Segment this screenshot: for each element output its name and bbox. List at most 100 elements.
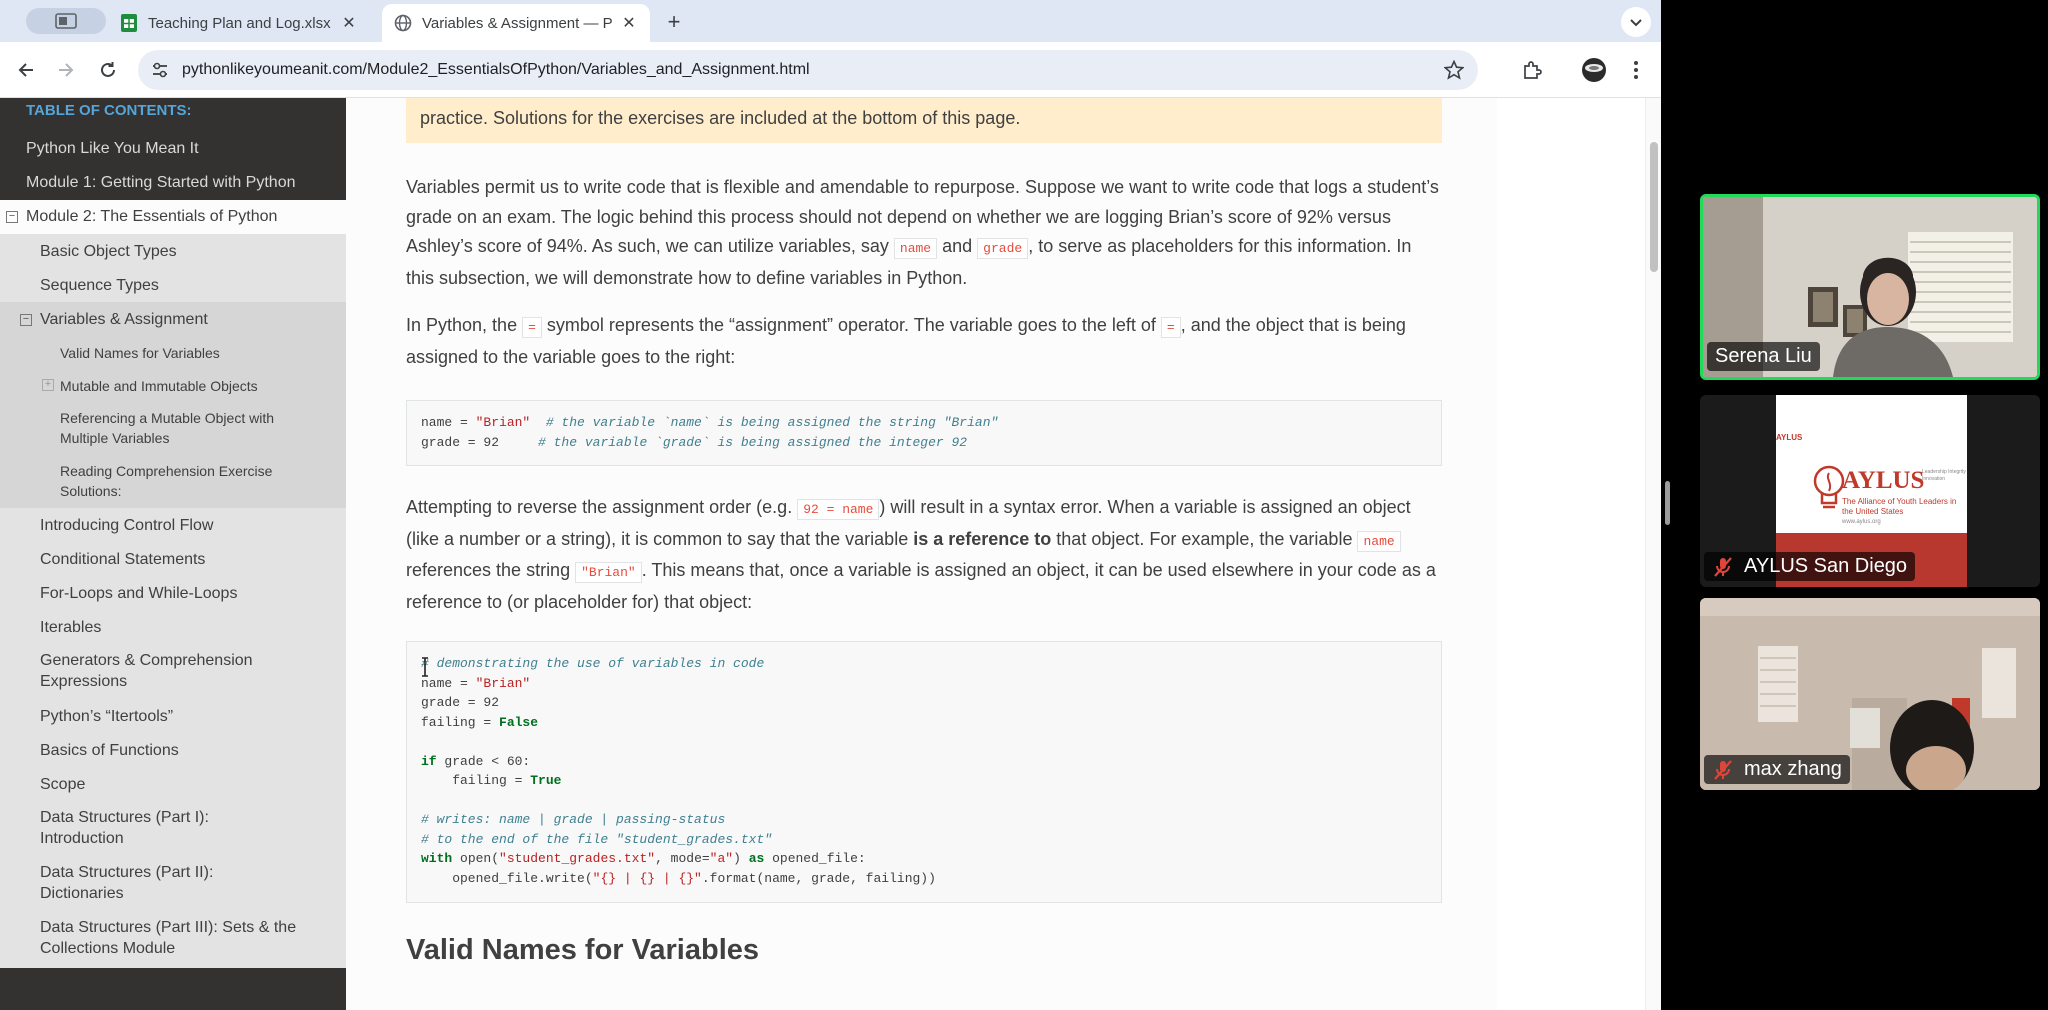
toc-item-reading-comprehension[interactable]: Reading Comprehension Exercise Solutions… [0, 455, 346, 508]
toc-item-label: Reading Comprehension Exercise Solutions… [60, 463, 273, 499]
code-block-variables-usage[interactable]: # demonstrating the use of variables in … [406, 641, 1442, 903]
toc-item-label: Python’s “Itertools” [40, 708, 174, 725]
video-tile-max-zhang[interactable]: max zhang [1700, 598, 2040, 790]
page-scrollbar[interactable] [1645, 98, 1661, 1010]
inline-code: grade [977, 238, 1029, 259]
reload-button[interactable] [94, 56, 122, 84]
toc-item-label: Variables & Assignment [40, 311, 208, 328]
code-comment: # the variable `grade` is being assigned… [538, 434, 968, 450]
toc-item-label: For-Loops and While-Loops [40, 585, 238, 602]
toc-item-module-2[interactable]: − Module 2: The Essentials of Python [0, 200, 346, 234]
site-settings-icon[interactable] [142, 50, 178, 90]
inline-code: 92 = name [797, 499, 880, 520]
code-text: grade < 60: [436, 753, 531, 769]
participant-name-label: max zhang [1704, 755, 1850, 784]
toc-item-itertools[interactable]: Python’s “Itertools” [0, 699, 346, 733]
code-text: opened_file.write( [421, 870, 593, 886]
collapse-icon[interactable]: − [20, 314, 32, 326]
note-callout: practice. Solutions for the exercises ar… [406, 98, 1442, 143]
toc-item-generators[interactable]: Generators & Comprehension Expressions [0, 644, 346, 699]
inline-code: = [1160, 317, 1181, 338]
tab-variables-assignment[interactable]: Variables & Assignment — Py ✕ [382, 4, 650, 42]
participant-name-label: AYLUS San Diego [1704, 552, 1916, 581]
code-text: , mode= [655, 851, 710, 866]
close-icon[interactable]: ✕ [340, 14, 358, 32]
browser-toolbar: pythonlikeyoumeanit.com/Module2_Essentia… [0, 42, 1661, 98]
text-run: symbol represents the “assignment” opera… [541, 315, 1161, 335]
toc-item-scope[interactable]: Scope [0, 767, 346, 801]
participant-name: max zhang [1744, 758, 1842, 780]
code-comment: # demonstrating the use of variables in … [421, 656, 765, 671]
toc-item-module-1[interactable]: Module 1: Getting Started with Python [0, 166, 346, 200]
browser-window: Teaching Plan and Log.xlsx - ✕ Variables… [0, 0, 1661, 1010]
toc-item-data-structures-3[interactable]: Data Structures (Part III): Sets & the C… [0, 911, 346, 968]
muted-mic-icon [1712, 556, 1734, 578]
new-tab-button[interactable]: + [660, 8, 688, 36]
inline-code: name [1357, 530, 1401, 552]
code-keyword: False [499, 714, 539, 730]
page-viewport: TABLE OF CONTENTS: Python Like You Mean … [0, 98, 1661, 1010]
bookmark-star-icon[interactable] [1442, 58, 1466, 82]
code-text: name = [421, 415, 476, 430]
tab-list-button[interactable] [1621, 7, 1651, 37]
tab-teaching-plan[interactable]: Teaching Plan and Log.xlsx - ✕ [108, 4, 370, 42]
toc-item-python-like-you-mean-it[interactable]: Python Like You Mean It [0, 132, 346, 166]
participant-name: Serena Liu [1715, 345, 1812, 367]
toc-item-basic-object-types[interactable]: Basic Object Types [0, 234, 346, 268]
text-run: In Python, the [406, 315, 523, 335]
video-tile-aylus-san-diego[interactable]: AYLUS AYLUS Leadership Integrity Innovat… [1700, 395, 2040, 587]
extensions-icon[interactable] [1518, 56, 1546, 84]
toc-item-label: Sequence Types [40, 277, 159, 294]
toc-item-control-flow[interactable]: Introducing Control Flow [0, 508, 346, 542]
participant-name: AYLUS San Diego [1744, 555, 1908, 577]
toc-item-label: Introducing Control Flow [40, 517, 214, 534]
code-string: "Brian" [475, 415, 531, 430]
profile-avatar[interactable] [1580, 56, 1608, 84]
scrollbar-thumb[interactable] [1650, 142, 1658, 272]
close-icon[interactable]: ✕ [620, 14, 638, 32]
text-run: references the string [406, 560, 576, 580]
code-comment: # the variable `name` is being assigned … [530, 415, 999, 430]
toc-sidebar: TABLE OF CONTENTS: Python Like You Mean … [0, 98, 346, 1010]
code-text: name = [421, 675, 476, 691]
code-block-assignment[interactable]: name = "Brian" # the variable `name` is … [406, 400, 1442, 466]
bold-text: is a reference to [913, 528, 1052, 549]
toc-item-conditional-statements[interactable]: Conditional Statements [0, 542, 346, 576]
panel-resize-handle[interactable] [1665, 481, 1670, 525]
tab-title: Teaching Plan and Log.xlsx - [148, 14, 332, 32]
code-comment: # to the end of the file "student_grades… [421, 831, 773, 847]
toc-item-data-structures-1[interactable]: Data Structures (Part I): Introduction [0, 801, 346, 856]
toc-item-label: Scope [40, 776, 86, 793]
tab-search-button[interactable] [26, 8, 106, 34]
toc-item-data-structures-2[interactable]: Data Structures (Part II): Dictionaries [0, 856, 346, 911]
collapse-icon[interactable]: − [6, 211, 18, 223]
code-keyword: as [748, 851, 765, 866]
code-string: "Brian" [475, 675, 531, 691]
toc-item-for-while-loops[interactable]: For-Loops and While-Loops [0, 576, 346, 610]
tab-title: Variables & Assignment — Py [422, 14, 612, 32]
toc-item-iterables[interactable]: Iterables [0, 610, 346, 644]
toc-item-label: Data Structures (Part I): Introduction [40, 809, 209, 847]
toc-item-basics-of-functions[interactable]: Basics of Functions [0, 733, 346, 767]
more-menu-icon[interactable] [1622, 56, 1650, 84]
expand-icon[interactable]: + [42, 379, 54, 391]
toc-item-mutable-immutable[interactable]: + Mutable and Immutable Objects [0, 369, 346, 402]
code-text: failing = [421, 773, 531, 788]
toc-item-variables-assignment[interactable]: − Variables & Assignment [0, 302, 346, 336]
forward-button[interactable] [52, 56, 80, 84]
toc-item-valid-names[interactable]: Valid Names for Variables [0, 336, 346, 369]
toc-item-referencing-mutable[interactable]: Referencing a Mutable Object with Multip… [0, 402, 346, 455]
url-text: pythonlikeyoumeanit.com/Module2_Essentia… [182, 61, 810, 78]
address-bar[interactable]: pythonlikeyoumeanit.com/Module2_Essentia… [138, 50, 1478, 90]
tab-group-icon [55, 13, 77, 29]
toc-item-label: Basic Object Types [40, 243, 177, 260]
code-string: "a" [709, 851, 734, 866]
toc-item-label: Data Structures (Part II): Dictionaries [40, 864, 214, 902]
chevron-down-icon [1630, 19, 1642, 27]
toc-item-sequence-types[interactable]: Sequence Types [0, 268, 346, 302]
toc-item-label: Data Structures (Part III): Sets & the C… [40, 919, 297, 957]
text-cursor-icon [422, 657, 428, 677]
video-tile-serena-liu[interactable]: Serena Liu [1700, 194, 2040, 380]
back-button[interactable] [12, 56, 40, 84]
inline-code: "Brian" [575, 562, 642, 583]
